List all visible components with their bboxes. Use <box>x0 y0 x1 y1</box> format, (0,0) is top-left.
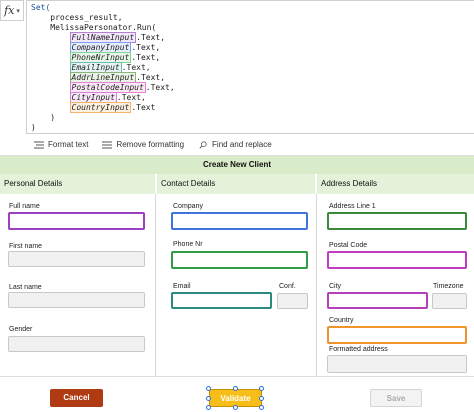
code-line: ) <box>31 123 36 132</box>
label-city: City <box>329 283 342 290</box>
code-line: ) <box>31 113 56 122</box>
address-line-input[interactable] <box>327 212 467 230</box>
formatted-address-field <box>327 355 467 373</box>
label-first-name: First name <box>9 243 43 250</box>
find-replace-button[interactable]: Find and replace <box>198 140 272 149</box>
code-line: process_result, <box>31 13 123 22</box>
label-conf: Conf. <box>279 283 296 290</box>
selection-handle[interactable] <box>206 386 211 391</box>
company-input[interactable] <box>171 212 308 230</box>
label-postal-code: Postal Code <box>329 242 368 249</box>
section-header-address: Address Details <box>317 174 474 194</box>
save-button[interactable]: Save <box>370 389 422 407</box>
column-divider <box>155 194 156 376</box>
phone-input[interactable] <box>171 251 308 269</box>
remove-formatting-label: Remove formatting <box>116 140 185 149</box>
chevron-down-icon: ▾ <box>16 7 20 15</box>
selection-handle[interactable] <box>206 405 211 410</box>
conf-field[interactable] <box>277 293 308 309</box>
remove-formatting-button[interactable]: Remove formatting <box>102 140 184 149</box>
last-name-input[interactable] <box>8 292 145 308</box>
token-country: CountryInput <box>69 102 132 113</box>
format-text-label: Format text <box>48 140 89 149</box>
timezone-field[interactable] <box>432 293 467 309</box>
label-last-name: Last name <box>9 284 42 291</box>
formula-gutter <box>0 21 24 134</box>
search-icon <box>199 140 207 149</box>
cancel-button[interactable]: Cancel <box>50 389 103 407</box>
column-divider <box>316 194 317 376</box>
label-address-line: Address Line 1 <box>329 203 376 210</box>
selection-handle[interactable] <box>259 405 264 410</box>
format-text-icon <box>34 141 44 148</box>
section-header-contact: Contact Details <box>157 174 315 194</box>
code-line-token: CountryInput .Text <box>69 102 156 113</box>
label-formatted-address: Formatted address <box>329 346 388 353</box>
formula-editor[interactable]: Set( process_result, MelissaPersonator.R… <box>26 0 474 134</box>
fx-label: fx <box>4 4 15 17</box>
country-input[interactable] <box>327 326 467 344</box>
label-phone: Phone Nr <box>173 241 203 248</box>
selection-handle[interactable] <box>259 396 264 401</box>
label-country: Country <box>329 317 354 324</box>
formula-toolbar: Format text Remove formatting Find and r… <box>0 134 474 156</box>
section-header-personal: Personal Details <box>0 174 155 194</box>
city-input[interactable] <box>327 292 428 309</box>
formula-fx-button[interactable]: fx ▾ <box>0 0 24 21</box>
remove-formatting-icon <box>102 141 113 148</box>
label-full-name: Full name <box>9 203 40 210</box>
email-input[interactable] <box>171 292 272 309</box>
full-name-input[interactable] <box>8 212 145 230</box>
label-timezone: Timezone <box>433 283 464 290</box>
selection-handle[interactable] <box>206 396 211 401</box>
label-company: Company <box>173 203 203 210</box>
first-name-input[interactable] <box>8 251 145 267</box>
gender-dropdown[interactable] <box>8 336 145 352</box>
selection-handle[interactable] <box>233 405 238 410</box>
code-line: Set( <box>31 3 51 12</box>
selection-handle[interactable] <box>259 386 264 391</box>
label-gender: Gender <box>9 326 33 333</box>
selection-handle[interactable] <box>233 386 238 391</box>
label-email: Email <box>173 283 191 290</box>
form-title: Create New Client <box>0 156 474 174</box>
find-replace-label: Find and replace <box>212 140 272 149</box>
format-text-button[interactable]: Format text <box>34 140 88 149</box>
postal-code-input[interactable] <box>327 251 467 269</box>
